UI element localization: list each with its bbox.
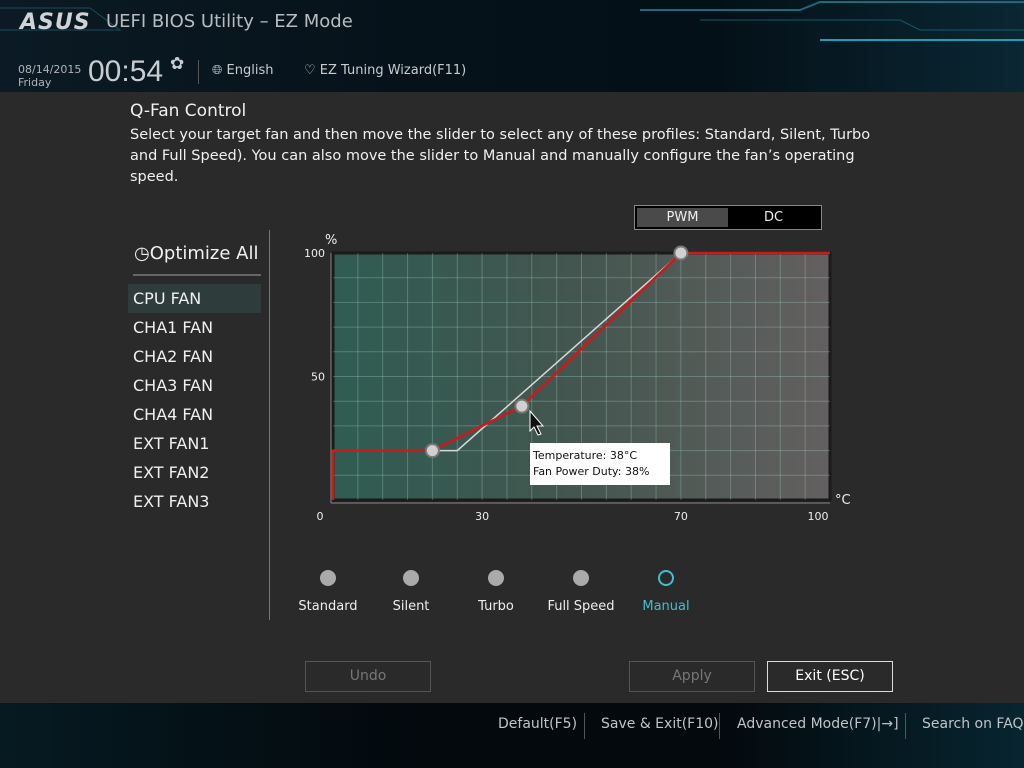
fan-item[interactable]: EXT FAN3 <box>128 487 261 516</box>
divider <box>905 713 906 739</box>
language-button[interactable]: 🌐︎ English <box>212 63 274 78</box>
gear-icon[interactable]: ✿ <box>170 54 184 74</box>
day: Friday <box>18 76 52 89</box>
fan-item[interactable]: CHA4 FAN <box>128 400 261 429</box>
y-tick-label: 100 <box>304 247 325 260</box>
advanced-mode-button[interactable]: Advanced Mode(F7)|→] <box>737 716 899 732</box>
date: 08/14/2015 <box>18 63 82 76</box>
profile-stop[interactable] <box>573 570 589 586</box>
app-title: UEFI BIOS Utility – EZ Mode <box>106 11 353 32</box>
profile-label[interactable]: Full Speed <box>547 599 614 614</box>
clock: 00:54 <box>88 55 164 88</box>
wizard-label: EZ Tuning Wizard(F11) <box>319 63 467 78</box>
control-point <box>673 245 689 261</box>
x-axis-label: °C <box>835 493 851 508</box>
control-point <box>424 443 440 459</box>
profile-slider[interactable] <box>300 565 720 595</box>
fan-item[interactable]: EXT FAN1 <box>128 429 261 458</box>
fan-item[interactable]: CPU FAN <box>128 284 261 313</box>
profile-label[interactable]: Silent <box>393 599 430 614</box>
footer: Default(F5) Save & Exit(F10) Advanced Mo… <box>0 703 1024 768</box>
ez-tuning-wizard-button[interactable]: ♡ EZ Tuning Wizard(F11) <box>304 63 466 78</box>
optimize-label: Optimize All <box>149 243 259 264</box>
control-point <box>514 398 530 414</box>
tooltip-duty: Fan Power Duty: 38% <box>533 465 650 478</box>
exit-button[interactable]: Exit (ESC) <box>767 661 893 692</box>
profile-label[interactable]: Turbo <box>478 599 514 614</box>
x-tick-label: 100 <box>808 510 829 523</box>
page-title: Q-Fan Control <box>130 101 247 121</box>
date-display: 08/14/2015 Friday <box>18 63 81 89</box>
fan-item[interactable]: CHA2 FAN <box>128 342 261 371</box>
x-tick-label: 70 <box>674 510 688 523</box>
x-tick-label: 0 <box>317 510 324 523</box>
fan-item[interactable]: CHA3 FAN <box>128 371 261 400</box>
profile-stop[interactable] <box>320 570 336 586</box>
search-faq-button[interactable]: Search on FAQ <box>922 716 1024 732</box>
lightbulb-icon: ♡ <box>304 63 320 78</box>
fan-item[interactable]: EXT FAN2 <box>128 458 261 487</box>
asus-logo: ASUS <box>20 10 91 35</box>
fan-item[interactable]: CHA1 FAN <box>128 313 261 342</box>
optimize-all-button[interactable]: ◷Optimize All <box>134 243 258 264</box>
default-button[interactable]: Default(F5) <box>498 716 577 732</box>
header: ASUS UEFI BIOS Utility – EZ Mode 08/14/2… <box>0 0 1024 92</box>
tooltip-temperature: Temperature: 38°C <box>533 449 638 462</box>
fan-list: CPU FAN CHA1 FAN CHA2 FAN CHA3 FAN CHA4 FAN E… <box>128 284 261 516</box>
globe-icon: 🌐︎ <box>212 63 227 78</box>
divider <box>719 713 720 739</box>
divider <box>269 230 270 620</box>
x-tick-label: 30 <box>475 510 489 523</box>
undo-button[interactable]: Undo <box>305 661 431 692</box>
pwm-dc-toggle[interactable]: PWM DC <box>634 205 822 230</box>
apply-button[interactable]: Apply <box>629 661 755 692</box>
page-description: Select your target fan and then move the… <box>130 127 871 185</box>
divider <box>198 60 199 84</box>
language-label: English <box>226 63 274 78</box>
profile-label[interactable]: Manual <box>642 599 689 614</box>
profile-label[interactable]: Standard <box>298 599 357 614</box>
toggle-pwm[interactable]: PWM <box>637 208 728 227</box>
tooltip: Temperature: 38°C Fan Power Duty: 38% <box>530 443 670 485</box>
divider <box>584 713 585 739</box>
y-axis-label: % <box>325 233 337 248</box>
gauge-icon: ◷ <box>134 243 150 264</box>
profile-stop[interactable] <box>403 570 419 586</box>
y-tick-label: 50 <box>311 371 325 384</box>
divider <box>133 274 261 276</box>
save-exit-button[interactable]: Save & Exit(F10) <box>601 716 718 732</box>
toggle-dc[interactable]: DC <box>728 208 819 227</box>
profile-stop[interactable] <box>488 570 504 586</box>
